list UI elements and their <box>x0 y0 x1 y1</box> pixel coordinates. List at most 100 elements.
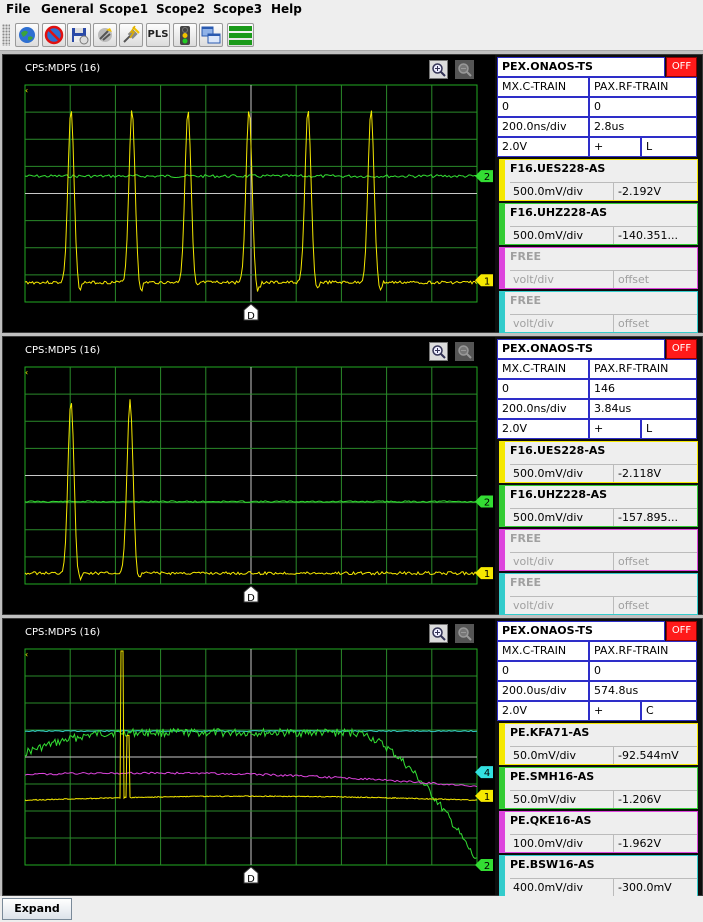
delay-field[interactable]: 3.84us <box>589 399 697 419</box>
trigger-mode-field[interactable]: L <box>641 419 697 439</box>
channel-volt-div[interactable]: volt/div <box>510 270 614 288</box>
device-name-field[interactable]: PEX.ONAOS-TS <box>497 621 665 641</box>
trigger-level-field[interactable]: 2.0V <box>497 701 589 721</box>
toolbar-grip-icon[interactable] <box>2 24 10 46</box>
channel-offset[interactable]: -1.962V <box>614 834 697 852</box>
pls-button[interactable]: PLS <box>146 23 170 47</box>
off-button[interactable]: OFF <box>666 339 697 359</box>
channel-volt-div[interactable]: 50.0mV/div <box>510 790 614 808</box>
channel-marker-2[interactable]: 2 <box>475 495 493 509</box>
channel-offset[interactable]: offset <box>614 552 697 570</box>
timebase-field[interactable]: 200.0us/div <box>497 681 589 701</box>
svg-text:1: 1 <box>484 569 490 580</box>
channel-offset[interactable]: -157.895... <box>614 508 697 526</box>
off-button[interactable]: OFF <box>666 621 697 641</box>
trigger-slope-field[interactable]: + <box>589 137 641 157</box>
trigger-label-a: MX.C-TRAIN <box>497 641 589 661</box>
channel-box-4[interactable]: FREE volt/div offset <box>499 573 698 615</box>
menu-help[interactable]: Help <box>271 2 302 16</box>
device-name-field[interactable]: PEX.ONAOS-TS <box>497 57 665 77</box>
channel-offset[interactable]: -140.351... <box>614 226 697 244</box>
trigger-marker[interactable]: D <box>243 303 259 322</box>
trace-marker-icon: ‹ <box>25 368 28 377</box>
trigger-slope-field[interactable]: + <box>589 701 641 721</box>
trigger-marker[interactable]: D <box>243 866 259 885</box>
expand-button[interactable]: Expand <box>2 898 72 920</box>
channel-box-2[interactable]: F16.UHZ228-AS 500.0mV/div -140.351... <box>499 203 698 245</box>
channel-volt-div[interactable]: 500.0mV/div <box>510 508 614 526</box>
trigger-marker[interactable]: D <box>243 585 259 604</box>
trigger-label-b: PAX.RF-TRAIN <box>589 77 697 97</box>
windows-icon[interactable] <box>199 23 223 47</box>
menu-file[interactable]: File <box>6 2 31 16</box>
trigger-value-a[interactable]: 0 <box>497 661 589 681</box>
channel-box-4[interactable]: FREE volt/div offset <box>499 291 698 333</box>
menu-scope2[interactable]: Scope2 <box>156 2 205 16</box>
channel-volt-div[interactable]: volt/div <box>510 314 614 332</box>
channel-volt-div[interactable]: 400.0mV/div <box>510 878 614 896</box>
delay-field[interactable]: 2.8us <box>589 117 697 137</box>
channel-volt-div[interactable]: volt/div <box>510 596 614 614</box>
channel-box-2[interactable]: PE.SMH16-AS 50.0mV/div -1.206V <box>499 767 698 809</box>
no-globe-icon[interactable] <box>42 23 66 47</box>
layout-icon[interactable] <box>227 23 254 47</box>
trigger-mode-field[interactable]: L <box>641 137 697 157</box>
channel-offset[interactable]: -92.544mV <box>614 746 697 764</box>
toolbar: PLS <box>0 20 703 51</box>
trigger-value-b[interactable]: 0 <box>589 97 697 117</box>
channel-box-2[interactable]: F16.UHZ228-AS 500.0mV/div -157.895... <box>499 485 698 527</box>
device-name-field[interactable]: PEX.ONAOS-TS <box>497 339 665 359</box>
scope-display[interactable]: CPS:MDPS (16) ‹ 2 1 D <box>3 337 495 614</box>
channel-box-3[interactable]: FREE volt/div offset <box>499 529 698 571</box>
channel-volt-div[interactable]: 50.0mV/div <box>510 746 614 764</box>
channel-box-3[interactable]: FREE volt/div offset <box>499 247 698 289</box>
globe-icon[interactable] <box>15 23 39 47</box>
channel-marker-2[interactable]: 2 <box>475 170 493 183</box>
menu-scope1[interactable]: Scope1 <box>99 2 148 16</box>
channel-volt-div[interactable]: 500.0mV/div <box>510 182 614 200</box>
trigger-value-a[interactable]: 0 <box>497 379 589 399</box>
channel-marker-1[interactable]: 1 <box>475 274 493 287</box>
channel-offset[interactable]: offset <box>614 270 697 288</box>
channel-volt-div[interactable]: 500.0mV/div <box>510 464 614 482</box>
timebase-field[interactable]: 200.0ns/div <box>497 117 589 137</box>
trigger-value-a[interactable]: 0 <box>497 97 589 117</box>
plug-icon[interactable] <box>119 23 143 47</box>
channel-offset[interactable]: -300.0mV <box>614 878 697 896</box>
trigger-mode-field[interactable]: C <box>641 701 697 721</box>
channel-box-1[interactable]: F16.UES228-AS 500.0mV/div -2.192V <box>499 159 698 201</box>
trigger-value-b[interactable]: 0 <box>589 661 697 681</box>
channel-marker-2[interactable]: 2 <box>475 859 493 872</box>
channel-marker-4[interactable]: 4 <box>475 766 493 779</box>
channel-name: FREE <box>510 532 542 545</box>
channel-offset[interactable]: offset <box>614 596 697 614</box>
channel-offset[interactable]: -2.192V <box>614 182 697 200</box>
channel-offset[interactable]: -1.206V <box>614 790 697 808</box>
traffic-light-icon[interactable] <box>173 23 197 47</box>
channel-marker-1[interactable]: 1 <box>475 567 493 580</box>
scope-display[interactable]: CPS:MDPS (16) ‹ 4 1 2 D <box>3 619 495 895</box>
off-button[interactable]: OFF <box>666 57 697 77</box>
channel-offset[interactable]: offset <box>614 314 697 332</box>
trigger-level-field[interactable]: 2.0V <box>497 419 589 439</box>
channel-box-1[interactable]: PE.KFA71-AS 50.0mV/div -92.544mV <box>499 723 698 765</box>
trigger-value-b[interactable]: 146 <box>589 379 697 399</box>
channel-offset[interactable]: -2.118V <box>614 464 697 482</box>
trigger-slope-field[interactable]: + <box>589 419 641 439</box>
menu-general[interactable]: General <box>41 2 94 16</box>
connect-icon[interactable] <box>93 23 117 47</box>
channel-volt-div[interactable]: volt/div <box>510 552 614 570</box>
channel-box-1[interactable]: F16.UES228-AS 500.0mV/div -2.118V <box>499 441 698 483</box>
trigger-level-field[interactable]: 2.0V <box>497 137 589 157</box>
delay-field[interactable]: 574.8us <box>589 681 697 701</box>
channel-box-4[interactable]: PE.BSW16-AS 400.0mV/div -300.0mV <box>499 855 698 897</box>
menu-scope3[interactable]: Scope3 <box>213 2 262 16</box>
channel-volt-div[interactable]: 100.0mV/div <box>510 834 614 852</box>
svg-text:D: D <box>247 593 255 604</box>
channel-volt-div[interactable]: 500.0mV/div <box>510 226 614 244</box>
channel-box-3[interactable]: PE.QKE16-AS 100.0mV/div -1.962V <box>499 811 698 853</box>
scope-display[interactable]: CPS:MDPS (16) ‹ 2 1 D <box>3 55 495 332</box>
timebase-field[interactable]: 200.0ns/div <box>497 399 589 419</box>
save-icon[interactable] <box>67 23 91 47</box>
channel-marker-1[interactable]: 1 <box>475 789 493 803</box>
